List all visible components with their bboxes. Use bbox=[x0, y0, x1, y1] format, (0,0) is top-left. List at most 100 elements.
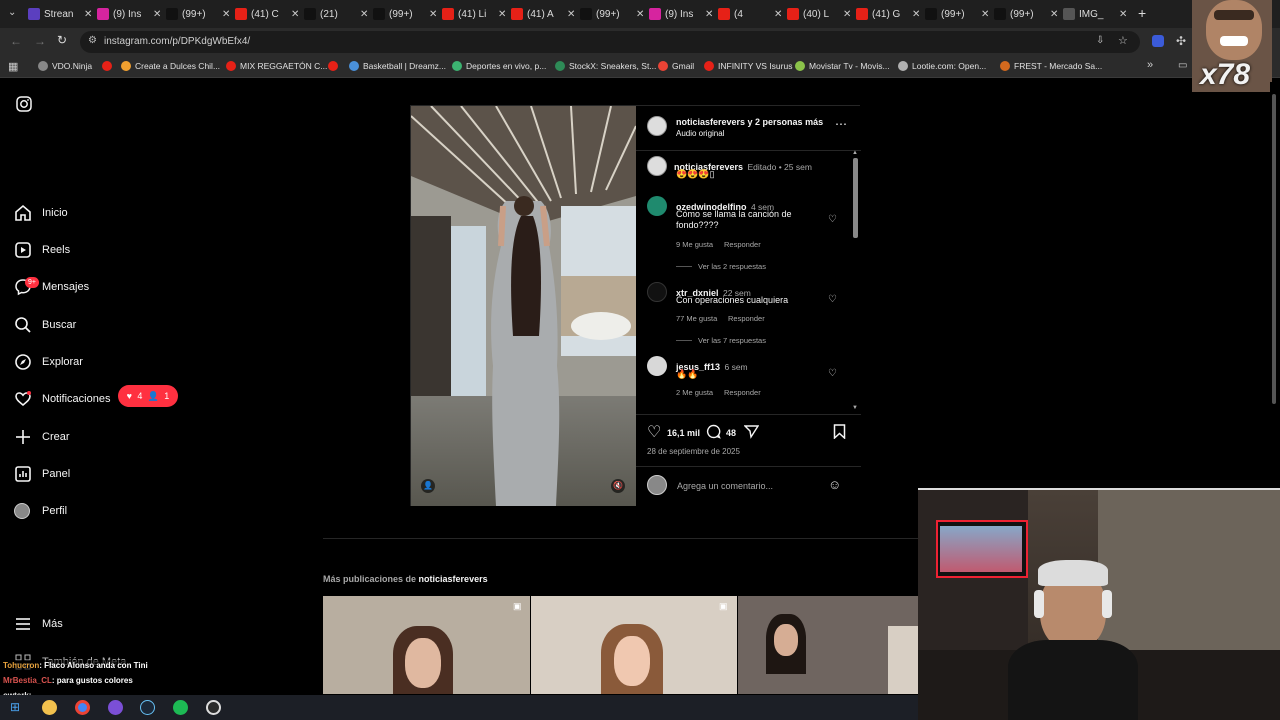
install-app-icon[interactable]: ⇩ bbox=[1096, 35, 1104, 46]
comment-like-heart-icon[interactable]: ♡ bbox=[828, 294, 837, 305]
like-count[interactable]: 16,1 mil bbox=[667, 428, 700, 438]
browser-tab[interactable]: (9) Ins ✕ bbox=[649, 4, 714, 24]
comment-input[interactable]: Agrega un comentario... bbox=[677, 481, 773, 491]
tab-close-icon[interactable]: ✕ bbox=[291, 9, 299, 20]
tab-close-icon[interactable]: ✕ bbox=[567, 9, 575, 20]
tab-close-icon[interactable]: ✕ bbox=[636, 9, 644, 20]
view-replies-link[interactable]: Ver las 7 respuestas bbox=[698, 336, 766, 345]
bookmark-item[interactable]: Lootie.com: Open... bbox=[898, 61, 986, 71]
taskbar-app-icon[interactable] bbox=[206, 700, 221, 715]
tab-close-icon[interactable]: ✕ bbox=[222, 9, 230, 20]
tab-close-icon[interactable]: ✕ bbox=[705, 9, 713, 20]
tab-close-icon[interactable]: ✕ bbox=[84, 9, 92, 20]
more-options-icon[interactable]: ⋯ bbox=[835, 117, 847, 131]
bookmark-star-icon[interactable]: ☆ bbox=[1118, 34, 1128, 47]
comment-likes[interactable]: 9 Me gusta bbox=[676, 240, 713, 249]
browser-tab[interactable]: (41) A ✕ bbox=[511, 4, 576, 24]
bookmark-item[interactable]: VDO.Ninja bbox=[38, 61, 92, 71]
tagged-user-icon[interactable]: 👤 bbox=[421, 479, 435, 493]
more-post-thumbnail[interactable] bbox=[738, 596, 918, 694]
comment-like-heart-icon[interactable]: ♡ bbox=[828, 368, 837, 379]
tab-close-icon[interactable]: ✕ bbox=[774, 9, 782, 20]
bookmark-item[interactable]: Basketball | Dreamz... bbox=[349, 61, 446, 71]
post-author-avatar[interactable] bbox=[647, 116, 667, 136]
browser-tab[interactable]: (41) C ✕ bbox=[235, 4, 300, 24]
browser-tab[interactable]: (99+) ✕ bbox=[994, 4, 1059, 24]
browser-tab[interactable]: (41) G ✕ bbox=[856, 4, 921, 24]
emoji-icon[interactable]: ☺ bbox=[828, 477, 841, 492]
obs-icon[interactable] bbox=[108, 700, 123, 715]
browser-tab[interactable]: (40) L ✕ bbox=[787, 4, 852, 24]
comment-count[interactable]: 48 bbox=[726, 428, 736, 438]
comment-reply-button[interactable]: Responder bbox=[724, 388, 761, 397]
reload-icon[interactable]: ↻ bbox=[57, 33, 67, 47]
more-post-thumbnail[interactable]: ▣ bbox=[323, 596, 530, 694]
sidebar-item-explorar[interactable]: Explorar bbox=[14, 350, 83, 374]
browser-tab[interactable]: (99+) ✕ bbox=[580, 4, 645, 24]
audio-label[interactable]: Audio original bbox=[676, 129, 724, 138]
steam-icon[interactable] bbox=[140, 700, 155, 715]
tab-close-icon[interactable]: ✕ bbox=[1050, 9, 1058, 20]
browser-tab[interactable]: (99+) ✕ bbox=[373, 4, 438, 24]
more-posts-username[interactable]: noticiasferevers bbox=[419, 574, 488, 584]
mute-icon[interactable]: 🔇 bbox=[611, 479, 625, 493]
more-post-thumbnail[interactable]: ▣ bbox=[531, 596, 737, 694]
like-heart-icon[interactable]: ♡ bbox=[647, 422, 661, 442]
site-info-icon[interactable]: ⚙ bbox=[88, 35, 97, 46]
share-icon[interactable] bbox=[743, 424, 760, 444]
tab-close-icon[interactable]: ✕ bbox=[1119, 9, 1127, 20]
comment-bubble-icon[interactable] bbox=[706, 424, 721, 444]
more-bookmarks-chevron-icon[interactable]: » bbox=[1147, 59, 1153, 71]
post-author-username[interactable]: noticiasferevers y 2 personas más bbox=[676, 117, 823, 127]
sidebar-item-inicio[interactable]: Inicio bbox=[14, 201, 68, 225]
comment-like-heart-icon[interactable]: ♡ bbox=[828, 214, 837, 225]
tab-close-icon[interactable]: ✕ bbox=[498, 9, 506, 20]
sidebar-item-reels[interactable]: Reels bbox=[14, 238, 70, 262]
tab-close-icon[interactable]: ✕ bbox=[429, 9, 437, 20]
sidebar-item-mas[interactable]: Más bbox=[14, 612, 63, 636]
tab-close-icon[interactable]: ✕ bbox=[843, 9, 851, 20]
back-arrow-icon[interactable]: ← bbox=[10, 34, 22, 48]
apps-grid-icon[interactable]: ▦ bbox=[8, 60, 18, 73]
post-video[interactable]: 👤 🔇 bbox=[411, 106, 636, 506]
comment-avatar[interactable] bbox=[647, 356, 667, 376]
comment-reply-button[interactable]: Responder bbox=[728, 314, 765, 323]
spotify-icon[interactable] bbox=[173, 700, 188, 715]
browser-tab[interactable]: (99+) ✕ bbox=[925, 4, 990, 24]
tab-close-icon[interactable]: ✕ bbox=[153, 9, 161, 20]
bookmark-item[interactable] bbox=[328, 61, 342, 71]
bookmark-item[interactable]: StockX: Sneakers, St... bbox=[555, 61, 656, 71]
browser-tab[interactable]: (4 ✕ bbox=[718, 4, 783, 24]
sidebar-item-buscar[interactable]: Buscar bbox=[14, 313, 76, 337]
view-replies-link[interactable]: Ver las 2 respuestas bbox=[698, 262, 766, 271]
tab-close-icon[interactable]: ✕ bbox=[912, 9, 920, 20]
browser-tab[interactable]: (99+) ✕ bbox=[166, 4, 231, 24]
chrome-icon[interactable] bbox=[75, 700, 90, 715]
bookmark-item[interactable]: Create a Dulces Chil... bbox=[121, 61, 220, 71]
comment-avatar[interactable] bbox=[647, 196, 667, 216]
tab-search-chevron-icon[interactable]: ⌄ bbox=[8, 7, 16, 18]
comment-avatar[interactable] bbox=[647, 282, 667, 302]
instagram-logo-icon[interactable] bbox=[16, 96, 32, 117]
tab-close-icon[interactable]: ✕ bbox=[360, 9, 368, 20]
comment-reply-button[interactable]: Responder bbox=[724, 240, 761, 249]
sidebar-item-crear[interactable]: Crear bbox=[14, 425, 70, 449]
browser-tab[interactable]: (41) Li ✕ bbox=[442, 4, 507, 24]
bookmark-item[interactable]: Gmail bbox=[658, 61, 694, 71]
extensions-puzzle-icon[interactable]: ✣ bbox=[1176, 34, 1186, 48]
caption-author-avatar[interactable] bbox=[647, 156, 667, 176]
comment-likes[interactable]: 2 Me gusta bbox=[676, 388, 713, 397]
bookmark-item[interactable]: FREST - Mercado Sa... bbox=[1000, 61, 1102, 71]
browser-tab[interactable]: IMG_ ✕ bbox=[1063, 4, 1128, 24]
bookmark-item[interactable]: MIX REGGAETÓN C... bbox=[226, 61, 327, 71]
bookmark-item[interactable] bbox=[102, 61, 116, 71]
sidebar-item-notificaciones[interactable]: Notificaciones bbox=[14, 387, 110, 411]
new-tab-plus-icon[interactable]: + bbox=[1138, 5, 1146, 21]
sidebar-item-perfil[interactable]: Perfil bbox=[14, 499, 67, 523]
address-bar[interactable]: ⚙ instagram.com/p/DPKdgWbEfx4/ ⇩ ☆ bbox=[80, 31, 1140, 53]
sidebar-item-panel[interactable]: Panel bbox=[14, 462, 70, 486]
bookmark-item[interactable]: INFINITY VS Isurus bbox=[704, 61, 792, 71]
windows-start-icon[interactable]: ⊞ bbox=[10, 700, 20, 714]
extension-icon[interactable] bbox=[1152, 35, 1164, 47]
browser-tab[interactable]: (21) ✕ bbox=[304, 4, 369, 24]
